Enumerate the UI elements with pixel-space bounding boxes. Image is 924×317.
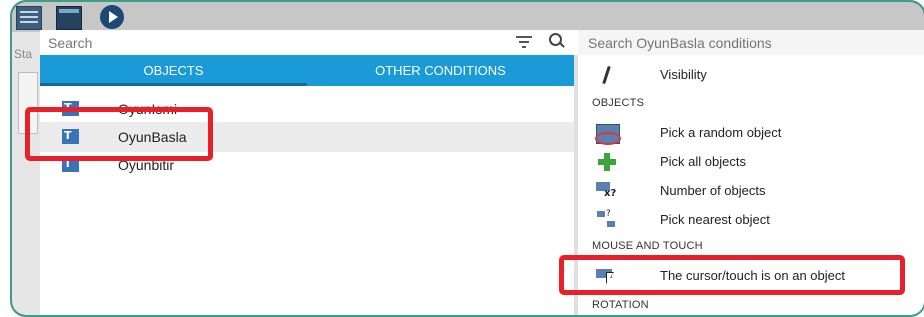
- background-panel: Sta: [12, 32, 40, 315]
- condition-pick-all[interactable]: Pick all objects: [578, 148, 924, 176]
- tab-bar: OBJECTS OTHER CONDITIONS: [40, 55, 574, 86]
- count-objects-icon: [596, 182, 618, 200]
- object-search-box: [40, 30, 574, 55]
- list-item-oyunbasla[interactable]: OyunBasla: [40, 122, 574, 152]
- cursor-on-object-icon: [596, 267, 618, 285]
- condition-label: Pick all objects: [660, 154, 746, 169]
- list-item-label: OyunIsmi: [118, 101, 178, 117]
- preview-play-icon[interactable]: [100, 5, 124, 29]
- filter-icon[interactable]: [516, 36, 532, 48]
- condition-number-of-objects[interactable]: Number of objects: [578, 177, 924, 205]
- condition-pick-nearest[interactable]: Pick nearest object: [578, 206, 924, 234]
- list-item-label: Oyunbitir: [118, 157, 175, 173]
- tab-objects[interactable]: OBJECTS: [40, 55, 307, 86]
- list-item-label: OyunBasla: [118, 129, 187, 145]
- condition-list: Visibility OBJECTS Pick a random object …: [578, 55, 924, 315]
- section-mouse-touch: MOUSE AND TOUCH: [592, 240, 703, 252]
- section-rotation: ROTATION: [592, 299, 649, 311]
- events-sheet-icon[interactable]: [16, 6, 42, 30]
- search-icon[interactable]: [549, 33, 565, 51]
- text-object-icon: [62, 157, 79, 172]
- scene-editor-icon[interactable]: [56, 6, 82, 30]
- condition-label: Pick a random object: [660, 125, 782, 140]
- condition-search-input[interactable]: [586, 31, 920, 55]
- condition-cursor-on-object[interactable]: The cursor/touch is on an object: [578, 262, 924, 290]
- object-list: OyunIsmi OyunBasla Oyunbitir: [40, 86, 574, 315]
- list-item-oyunbitir[interactable]: Oyunbitir: [40, 150, 574, 180]
- condition-label: Visibility: [660, 67, 707, 82]
- visibility-icon: [596, 66, 618, 84]
- object-search-input[interactable]: [46, 31, 490, 55]
- new-condition-dialog: OBJECTS OTHER CONDITIONS OyunIsmi OyunBa…: [40, 30, 924, 315]
- nearest-object-icon: [596, 209, 618, 229]
- list-item-oyunismi[interactable]: OyunIsmi: [40, 94, 574, 124]
- background-label: Sta: [14, 47, 33, 61]
- plus-icon: [596, 153, 618, 171]
- search-row: [40, 30, 924, 55]
- section-objects: OBJECTS: [592, 97, 645, 109]
- condition-label: Number of objects: [660, 183, 766, 198]
- app-frame: Sta OBJECTS OTHER CONDITIONS OyunIsmi: [10, 0, 924, 317]
- random-object-icon: [595, 124, 621, 145]
- text-object-icon: [62, 101, 79, 116]
- condition-pick-random[interactable]: Pick a random object: [578, 119, 924, 147]
- condition-visibility[interactable]: Visibility: [578, 61, 924, 89]
- toolbar: [12, 2, 924, 32]
- background-widget: [18, 72, 38, 134]
- condition-label: Pick nearest object: [660, 212, 770, 227]
- condition-search-box: [578, 30, 924, 55]
- tab-other-conditions[interactable]: OTHER CONDITIONS: [307, 55, 574, 86]
- text-object-icon: [62, 129, 79, 144]
- condition-label: The cursor/touch is on an object: [660, 268, 845, 283]
